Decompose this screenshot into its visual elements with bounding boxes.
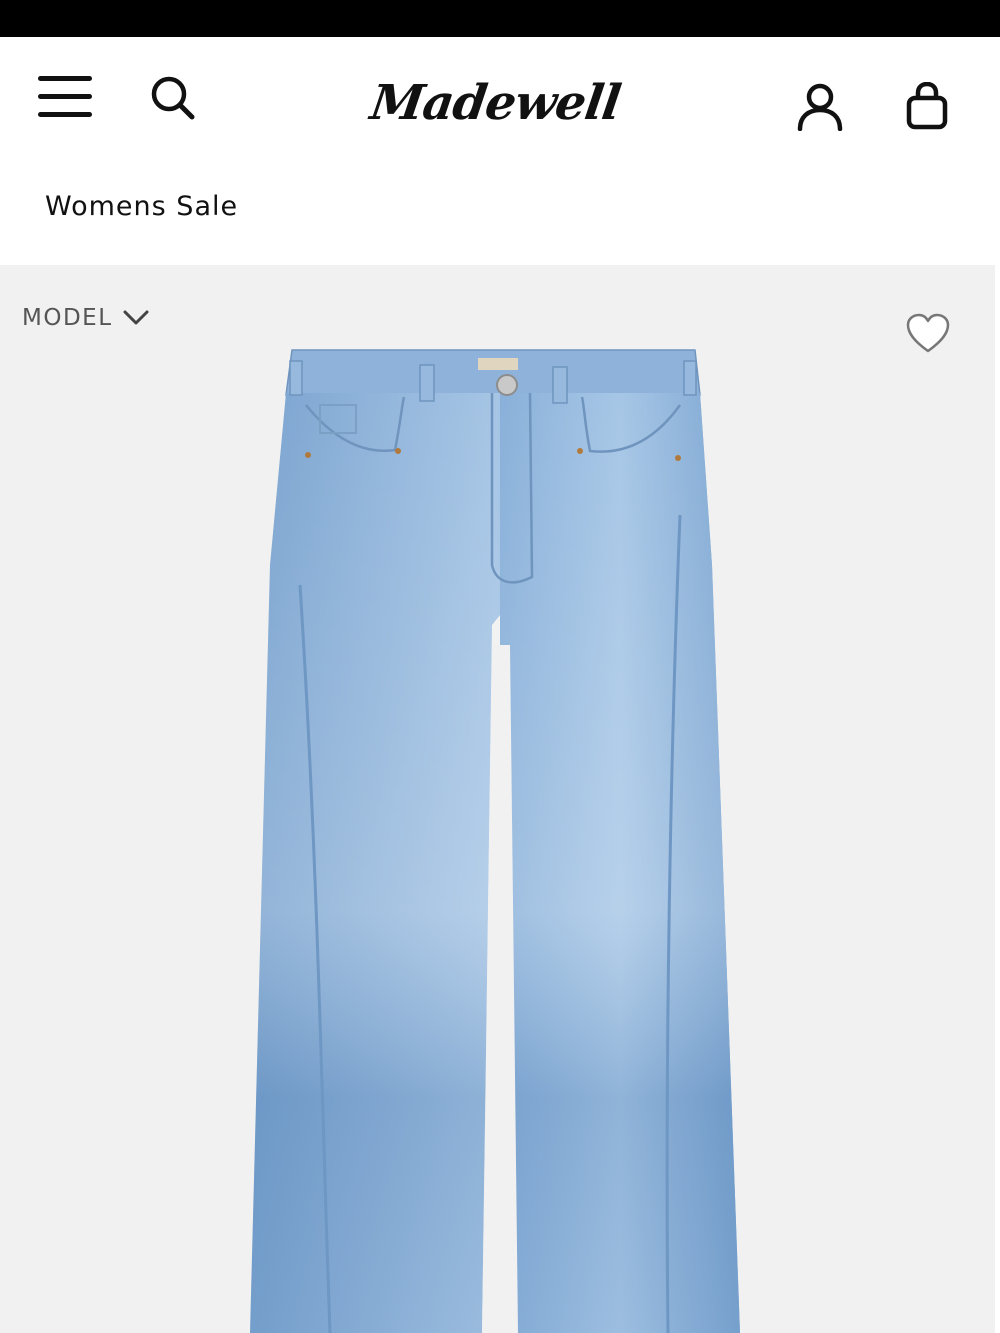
account-person-icon: [797, 83, 843, 131]
wishlist-button[interactable]: [904, 311, 952, 355]
shopping-bag-button[interactable]: [898, 75, 956, 137]
logo-text: Madewell: [366, 75, 624, 131]
search-button[interactable]: [144, 69, 202, 127]
shopping-bag-icon: [906, 82, 948, 130]
madewell-logo[interactable]: Madewell: [367, 65, 624, 141]
heart-outline-icon: [906, 313, 950, 353]
breadcrumb-womens-sale[interactable]: Womens Sale: [45, 191, 238, 222]
product-image-gallery[interactable]: MODEL: [0, 265, 995, 1333]
search-icon: [151, 76, 195, 120]
chevron-down-icon: [123, 310, 149, 325]
page-edge: [995, 265, 1000, 1333]
site-header: Madewell: [0, 37, 1000, 165]
status-bar: [0, 0, 1000, 37]
menu-button[interactable]: [34, 69, 96, 125]
model-view-toggle[interactable]: MODEL: [22, 305, 149, 331]
model-toggle-label: MODEL: [22, 305, 113, 331]
account-button[interactable]: [790, 77, 850, 137]
breadcrumb-row: Womens Sale: [0, 165, 1000, 265]
jeans-product-photo: [250, 349, 740, 1333]
hamburger-menu-icon: [38, 76, 92, 117]
